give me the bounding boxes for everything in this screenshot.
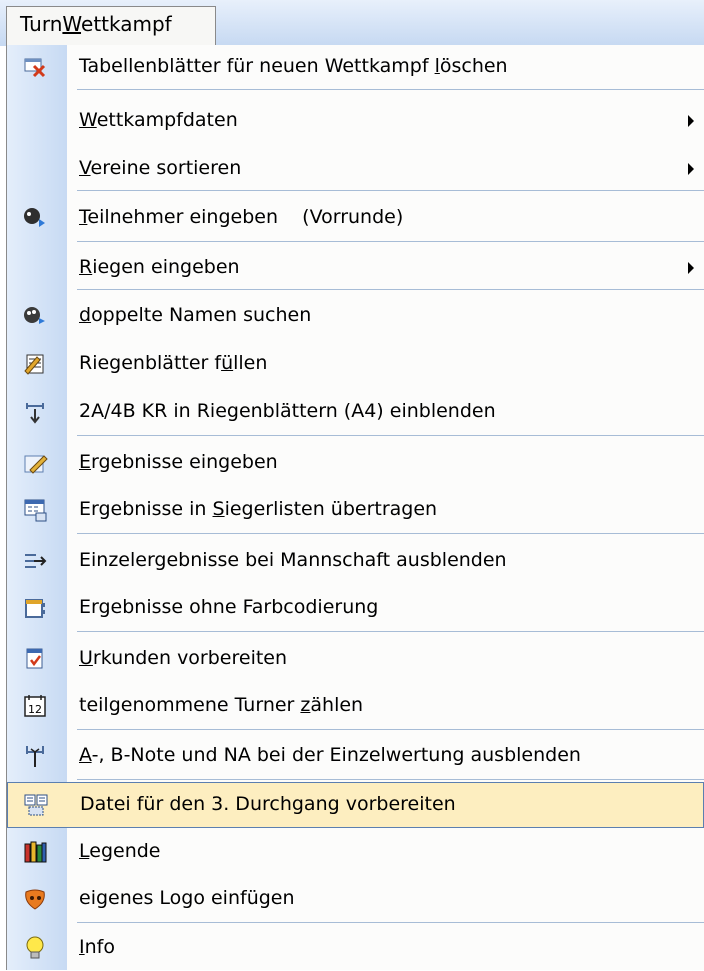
delete-sheets-icon (22, 54, 48, 80)
menu-item-einzelergebnisse-ausblenden[interactable]: Einzelergebnisse bei Mannschaft ausblend… (7, 539, 704, 584)
find-duplicates-icon (22, 303, 48, 329)
menu-item-logo-einfuegen[interactable]: eigenes Logo einfügen (7, 877, 704, 922)
participants-icon (22, 205, 48, 231)
submenu-arrow-icon (688, 262, 694, 274)
menu-item-wettkampfdaten[interactable]: Wettkampfdaten (7, 101, 704, 141)
separator (77, 190, 704, 191)
menu-turnwettkampf[interactable]: TurnWettkampf (6, 6, 216, 46)
menu-item-legende[interactable]: Legende (7, 830, 704, 875)
separator (77, 922, 704, 923)
menu-item-riegen-eingeben[interactable]: Riegen eingeben (7, 248, 704, 288)
hide-arrow-icon (22, 548, 48, 574)
menu-title-pre: Turn (20, 12, 63, 36)
submenu-arrow-icon (688, 115, 694, 127)
legend-books-icon (22, 839, 48, 865)
transfer-icon (22, 497, 48, 523)
svg-text:12: 12 (28, 703, 42, 716)
logo-insert-icon (22, 886, 48, 912)
menu-item-riegenblaetter-fuellen[interactable]: Riegenblätter füllen (7, 342, 704, 387)
fill-sheets-icon (22, 351, 48, 377)
separator (77, 631, 704, 632)
menu-item-doppelte-namen[interactable]: doppelte Namen suchen (7, 294, 704, 339)
dropdown-menu: Tabellenblätter für neuen Wettkampf lösc… (6, 45, 704, 970)
menu-item-kr-einblenden[interactable]: 2A/4B KR in Riegenblättern (A4) einblend… (7, 390, 704, 435)
prepare-file-icon (23, 792, 49, 818)
menu-item-info[interactable]: Info (7, 926, 704, 971)
show-columns-icon (22, 399, 48, 425)
menu-item-ergebnisse-eingeben[interactable]: Ergebnisse eingeben (7, 441, 704, 486)
certificate-icon (22, 646, 48, 672)
menu-item-dritter-durchgang[interactable]: Datei für den 3. Durchgang vorbereiten (7, 782, 704, 828)
separator (77, 89, 704, 90)
info-bulb-icon (22, 935, 48, 961)
no-color-icon (22, 595, 48, 621)
menu-item-turner-zaehlen[interactable]: 12 teilgenommene Turner zählen (7, 684, 704, 729)
menu-item-ohne-farbcodierung[interactable]: Ergebnisse ohne Farbcodierung (7, 586, 704, 631)
separator (77, 533, 704, 534)
separator (77, 241, 704, 242)
menu-item-vereine-sortieren[interactable]: Vereine sortieren (7, 149, 704, 189)
menu-title-mnemonic: W (62, 12, 82, 36)
hide-notes-icon (22, 743, 48, 769)
separator (77, 435, 704, 436)
separator (77, 779, 704, 780)
menu-item-delete-sheets[interactable]: Tabellenblätter für neuen Wettkampf lösc… (7, 45, 704, 90)
menu-item-noten-ausblenden[interactable]: A-, B-Note und NA bei der Einzelwertung … (7, 734, 704, 779)
menu-item-siegerlisten[interactable]: Ergebnisse in Siegerlisten übertragen (7, 488, 704, 533)
separator (77, 729, 704, 730)
edit-results-icon (22, 450, 48, 476)
menu-title-post: ettkampf (81, 12, 172, 36)
separator (77, 289, 704, 290)
menu-item-urkunden[interactable]: Urkunden vorbereiten (7, 637, 704, 682)
menu-bar: TurnWettkampf (0, 0, 704, 46)
calendar-12-icon: 12 (22, 693, 48, 719)
menu-item-teilnehmer[interactable]: Teilnehmer eingeben (Vorrunde) (7, 196, 704, 241)
submenu-arrow-icon (688, 163, 694, 175)
